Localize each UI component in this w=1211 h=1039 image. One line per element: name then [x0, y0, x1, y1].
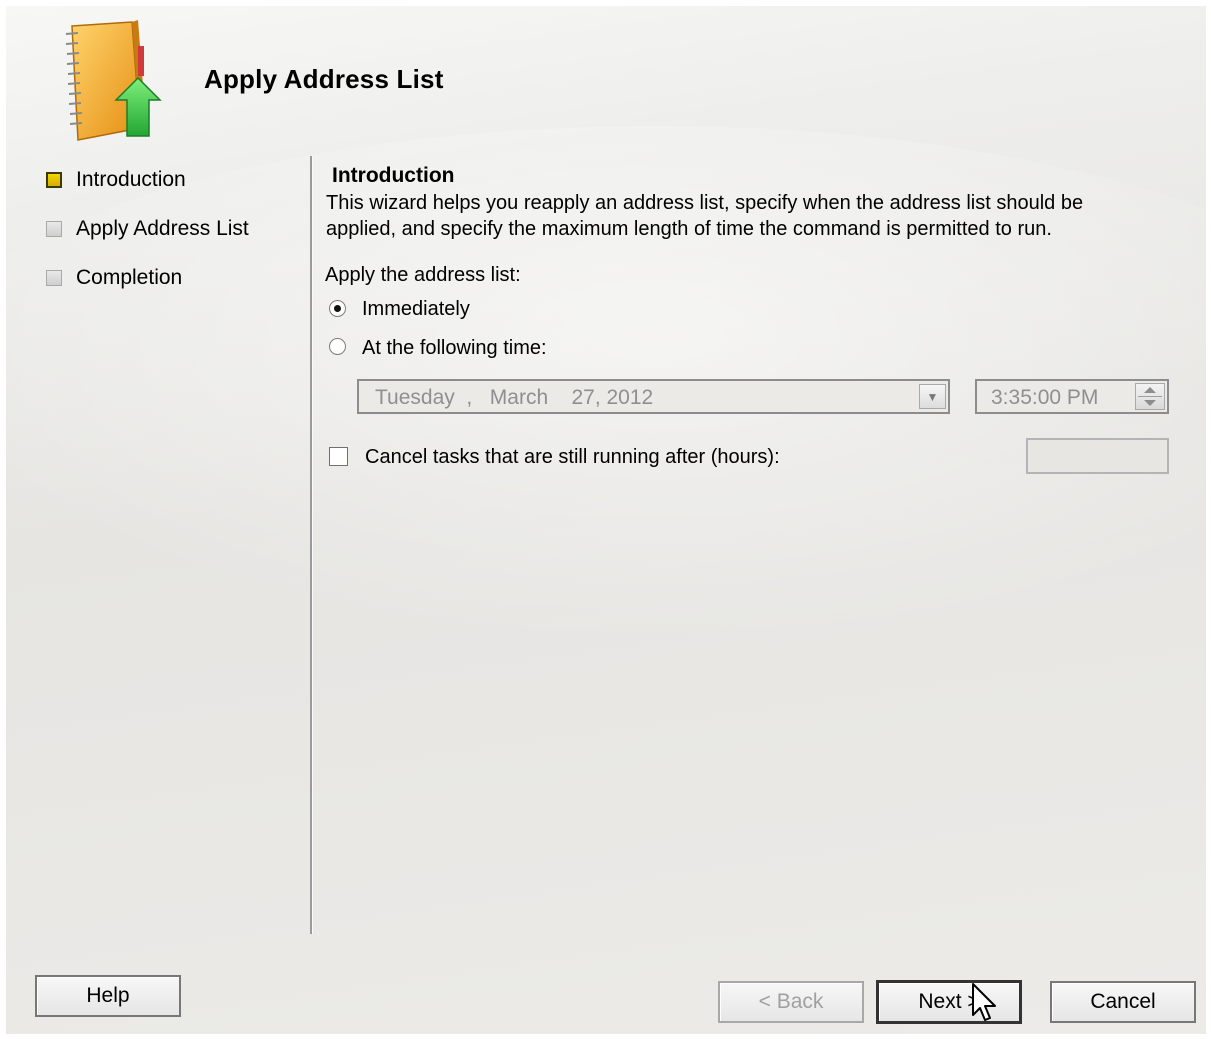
- step-pending-indicator-icon: [46, 221, 62, 237]
- cancel-tasks-label[interactable]: Cancel tasks that are still running afte…: [365, 446, 780, 469]
- step-apply-address-list: Apply Address List: [46, 217, 249, 266]
- address-book-apply-icon: [65, 20, 162, 141]
- cancel-tasks-checkbox[interactable]: [329, 447, 348, 466]
- step-introduction: Introduction: [46, 168, 249, 217]
- step-label: Introduction: [76, 168, 186, 191]
- date-picker[interactable]: Tuesday , March 27, 2012 ▼: [357, 379, 950, 414]
- date-value: Tuesday , March 27, 2012: [375, 386, 654, 409]
- radio-at-following-time-label[interactable]: At the following time:: [362, 337, 547, 360]
- dropdown-arrow-icon[interactable]: ▼: [919, 384, 946, 409]
- radio-immediately-label[interactable]: Immediately: [362, 298, 470, 321]
- vertical-divider: [310, 156, 313, 934]
- spin-up-icon[interactable]: [1144, 387, 1156, 393]
- section-title: Introduction: [332, 164, 455, 187]
- spin-down-icon[interactable]: [1144, 400, 1156, 406]
- wizard-window: Apply Address List Introduction Apply Ad…: [6, 6, 1206, 1034]
- wizard-steps: Introduction Apply Address List Completi…: [46, 168, 249, 315]
- step-label: Apply Address List: [76, 217, 249, 240]
- mouse-pointer-icon: [972, 983, 996, 1021]
- cancel-button[interactable]: Cancel: [1050, 981, 1196, 1023]
- radio-immediately[interactable]: [329, 300, 346, 317]
- step-label: Completion: [76, 266, 183, 289]
- step-active-indicator-icon: [46, 172, 62, 188]
- apply-label: Apply the address list:: [325, 264, 521, 286]
- spinner-divider: [1138, 396, 1162, 397]
- wizard-description: This wizard helps you reapply an address…: [326, 192, 1084, 240]
- back-button[interactable]: < Back: [718, 981, 864, 1023]
- radio-at-following-time[interactable]: [329, 338, 346, 355]
- step-completion: Completion: [46, 266, 249, 315]
- wizard-title: Apply Address List: [204, 64, 444, 94]
- time-picker[interactable]: 3:35:00 PM: [975, 379, 1169, 414]
- hours-input[interactable]: [1026, 438, 1169, 474]
- step-pending-indicator-icon: [46, 270, 62, 286]
- time-value: 3:35:00 PM: [991, 386, 1099, 409]
- help-button[interactable]: Help: [35, 975, 181, 1017]
- time-spinner[interactable]: [1135, 383, 1165, 410]
- next-button[interactable]: Next >: [876, 980, 1022, 1024]
